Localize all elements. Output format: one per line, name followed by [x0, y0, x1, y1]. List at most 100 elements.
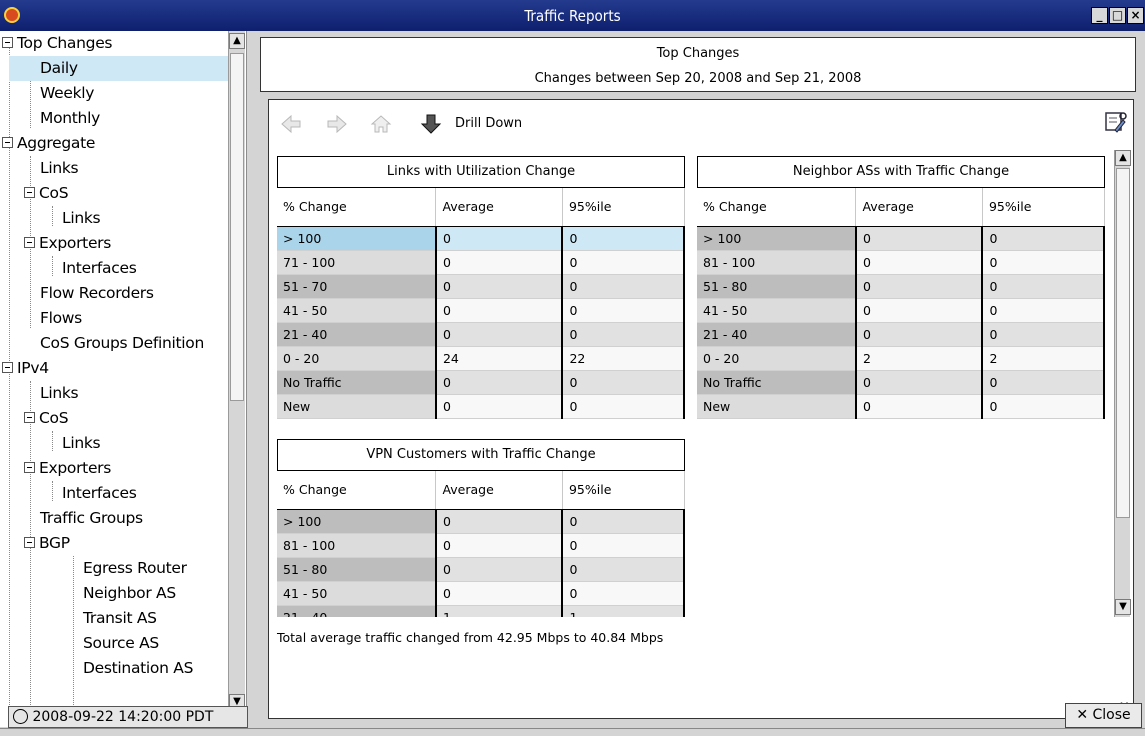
table-cell[interactable]: 0	[562, 581, 685, 606]
tree-item-source-as[interactable]: Source AS	[83, 631, 159, 656]
table-row[interactable]: > 100 0 0	[697, 226, 1105, 251]
table-row[interactable]: > 100 0 0	[277, 509, 685, 534]
table-cell[interactable]: 0	[855, 370, 984, 395]
table-row[interactable]: 51 - 80 0 0	[277, 557, 685, 582]
table-cell[interactable]: 0	[562, 370, 685, 395]
collapse-icon[interactable]	[24, 536, 35, 548]
column-header[interactable]: % Change	[277, 471, 437, 510]
table-cell[interactable]: 21 - 40	[277, 605, 437, 617]
table-cell[interactable]: 0	[435, 370, 564, 395]
table-row[interactable]: 0 - 20 2 2	[697, 346, 1105, 371]
table-cell[interactable]: 0	[435, 322, 564, 347]
table-cell[interactable]: No Traffic	[697, 370, 857, 395]
table-cell[interactable]: 0	[982, 274, 1105, 299]
window-titlebar[interactable]: Traffic Reports _ □ ×	[0, 0, 1145, 31]
table-cell[interactable]: 0	[855, 226, 984, 251]
maximize-icon[interactable]: □	[1109, 7, 1126, 24]
table-row[interactable]: New 0 0	[697, 394, 1105, 419]
table-row[interactable]: 21 - 40 0 0	[277, 322, 685, 347]
tree-item-ipv4-cos-links[interactable]: Links	[62, 431, 101, 456]
collapse-icon[interactable]	[24, 411, 35, 423]
collapse-icon[interactable]	[2, 361, 13, 373]
tree-item-ipv4[interactable]: IPv4	[2, 356, 49, 381]
tree-item-aggregate-links[interactable]: Links	[40, 156, 79, 181]
table-row[interactable]: 51 - 70 0 0	[277, 274, 685, 299]
tree-item-monthly[interactable]: Monthly	[40, 106, 100, 131]
table-cell[interactable]: 0	[435, 274, 564, 299]
tree-item-ipv4-interfaces[interactable]: Interfaces	[62, 481, 137, 506]
table-cell[interactable]: 0	[562, 250, 685, 275]
tables-scrollbar[interactable]: ▲ ▼	[1114, 150, 1131, 617]
tree-item-aggregate-cos-links[interactable]: Links	[62, 206, 101, 231]
table-cell[interactable]: 0	[982, 394, 1105, 419]
table-row[interactable]: New 0 0	[277, 394, 685, 419]
table-cell[interactable]: 0	[435, 581, 564, 606]
table-cell[interactable]: 0	[562, 509, 685, 534]
table-row[interactable]: 71 - 100 0 0	[277, 250, 685, 275]
table-cell[interactable]: 71 - 100	[277, 250, 437, 275]
table-cell[interactable]: 0	[435, 509, 564, 534]
table-cell[interactable]: 0	[435, 533, 564, 558]
table-cell[interactable]: 0	[562, 394, 685, 419]
scroll-up-icon[interactable]: ▲	[229, 33, 245, 49]
table-row[interactable]: 41 - 50 0 0	[277, 298, 685, 323]
tree-item-aggregate-exporters[interactable]: Exporters	[24, 231, 111, 256]
table-cell[interactable]: 0	[982, 250, 1105, 275]
column-header[interactable]: Average	[435, 471, 563, 510]
table-row[interactable]: 81 - 100 0 0	[277, 533, 685, 558]
table-cell[interactable]: 0 - 20	[697, 346, 857, 371]
collapse-icon[interactable]	[24, 236, 35, 248]
collapse-icon[interactable]	[2, 36, 13, 48]
table-cell[interactable]: 21 - 40	[277, 322, 437, 347]
table-cell[interactable]: > 100	[277, 226, 437, 251]
close-window-icon[interactable]: ×	[1127, 7, 1144, 24]
tree-item-ipv4-cos[interactable]: CoS	[24, 406, 69, 431]
table-row[interactable]: No Traffic 0 0	[697, 370, 1105, 395]
table-cell[interactable]: 0	[435, 557, 564, 582]
tree-item-flows[interactable]: Flows	[40, 306, 82, 331]
tree-item-aggregate-interfaces[interactable]: Interfaces	[62, 256, 137, 281]
table-cell[interactable]: 1	[562, 605, 685, 617]
table-row[interactable]: No Traffic 0 0	[277, 370, 685, 395]
tree-item-traffic-groups[interactable]: Traffic Groups	[40, 506, 143, 531]
table-cell[interactable]: 24	[435, 346, 564, 371]
tree-item-ipv4-links[interactable]: Links	[40, 381, 79, 406]
tree-item-destination-as[interactable]: Destination AS	[83, 656, 193, 681]
tree-item-weekly[interactable]: Weekly	[40, 81, 94, 106]
tree-item-cos-groups-definition[interactable]: CoS Groups Definition	[40, 331, 204, 356]
home-icon[interactable]	[369, 112, 393, 136]
table-cell[interactable]: 0	[855, 394, 984, 419]
table-cell[interactable]: 51 - 80	[697, 274, 857, 299]
settings-icon[interactable]	[1103, 110, 1127, 134]
table-cell[interactable]: 22	[562, 346, 685, 371]
tree-scrollbar-thumb[interactable]	[230, 53, 244, 401]
tree-scrollbar[interactable]: ▲ ▼	[228, 31, 245, 727]
tree-item-bgp[interactable]: BGP	[24, 531, 70, 556]
table-cell[interactable]: New	[277, 394, 437, 419]
column-header[interactable]: 95%ile	[562, 188, 685, 227]
column-header[interactable]: 95%ile	[982, 188, 1105, 227]
table-row[interactable]: 81 - 100 0 0	[697, 250, 1105, 275]
table-cell[interactable]: 21 - 40	[697, 322, 857, 347]
drill-down-button[interactable]: Drill Down	[455, 116, 522, 131]
tree-item-aggregate[interactable]: Aggregate	[2, 131, 95, 156]
table-cell[interactable]: 0	[855, 274, 984, 299]
table-cell[interactable]: 0	[855, 298, 984, 323]
table-row[interactable]: > 100 0 0	[277, 226, 685, 251]
tree-item-aggregate-cos[interactable]: CoS	[24, 181, 69, 206]
table-cell[interactable]: > 100	[697, 226, 857, 251]
table-cell[interactable]: 0	[562, 533, 685, 558]
tree-item-top-changes[interactable]: Top Changes	[2, 31, 228, 56]
table-cell[interactable]: 0	[855, 250, 984, 275]
drill-down-icon[interactable]	[419, 112, 443, 136]
table-cell[interactable]: 81 - 100	[277, 533, 437, 558]
table-cell[interactable]: 0	[435, 298, 564, 323]
table-cell[interactable]: 0	[855, 322, 984, 347]
tree-item-flow-recorders[interactable]: Flow Recorders	[40, 281, 154, 306]
table-row[interactable]: 0 - 20 24 22	[277, 346, 685, 371]
close-button[interactable]: ✕ Close	[1065, 703, 1142, 728]
tree-item-daily[interactable]: Daily	[9, 56, 228, 81]
table-cell[interactable]: 51 - 70	[277, 274, 437, 299]
collapse-icon[interactable]	[24, 186, 35, 198]
forward-arrow-icon[interactable]	[325, 112, 349, 136]
